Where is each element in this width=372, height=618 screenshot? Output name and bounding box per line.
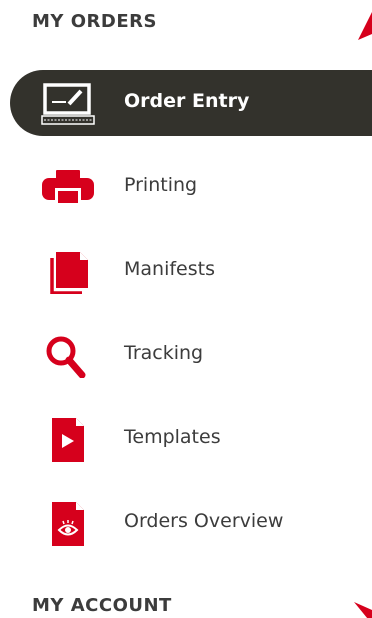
eye-document-icon [40,502,96,546]
section-header-my-account[interactable]: MY ACCOUNT [0,584,372,618]
search-icon [40,334,96,378]
sidebar-item-order-entry[interactable]: Order Entry [10,70,372,136]
sidebar-item-orders-overview[interactable]: Orders Overview [10,490,372,556]
section-title: MY ORDERS [32,11,157,32]
sidebar-item-label: Orders Overview [124,510,284,532]
manifest-icon [40,250,96,294]
chevron-icon [354,12,372,40]
sidebar-item-label: Templates [124,426,221,448]
chevron-icon [354,596,372,618]
sidebar-item-tracking[interactable]: Tracking [10,322,372,388]
section-header-my-orders[interactable]: MY ORDERS [0,0,372,48]
sidebar-nav: MY ORDERS Order Entry Printing Manifests… [0,0,372,618]
section-title: MY ACCOUNT [32,595,172,616]
sidebar-item-templates[interactable]: Templates [10,406,372,472]
sidebar-item-printing[interactable]: Printing [10,154,372,220]
sidebar-item-manifests[interactable]: Manifests [10,238,372,304]
sidebar-item-label: Tracking [124,342,204,364]
sidebar-item-label: Order Entry [124,90,250,112]
template-icon [40,418,96,462]
sidebar-item-label: Manifests [124,258,215,280]
order-entry-icon [40,82,96,126]
sidebar-item-label: Printing [124,174,198,196]
printer-icon [40,166,96,210]
